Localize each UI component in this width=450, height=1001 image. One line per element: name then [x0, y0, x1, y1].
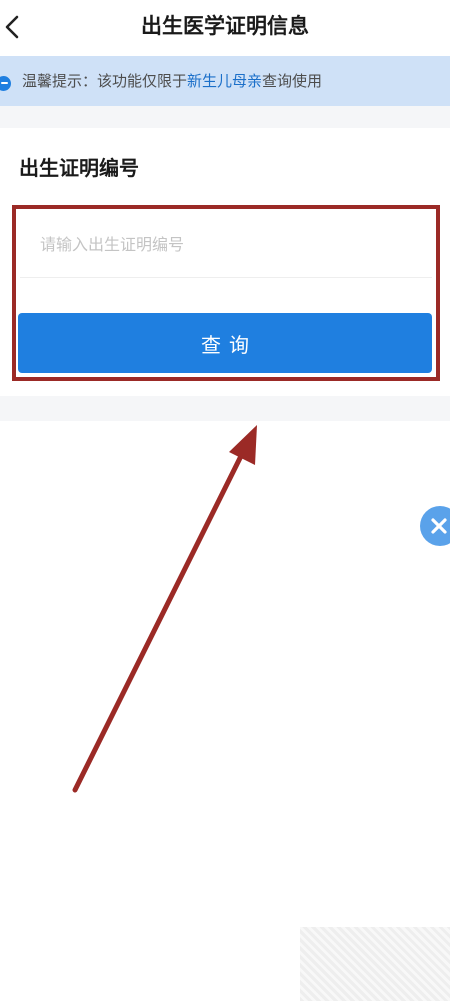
notice-text: 温馨提示：该功能仅限于新生儿母亲查询使用: [22, 71, 322, 91]
watermark: [300, 927, 450, 1001]
info-icon: [0, 76, 11, 91]
notice-suffix: 查询使用: [262, 72, 323, 90]
page-title: 出生医学证明信息: [141, 14, 309, 38]
notice-bar: 温馨提示：该功能仅限于新生儿母亲查询使用: [0, 56, 450, 106]
nav-bar: 出生医学证明信息: [0, 0, 450, 54]
section-label: 出生证明编号: [19, 156, 139, 180]
cert-number-input[interactable]: [20, 212, 432, 278]
notice-prefix: 温馨提示：该功能仅限于: [22, 72, 188, 90]
notice-highlight: 新生儿母亲: [187, 72, 263, 90]
close-icon: [431, 518, 447, 534]
query-button[interactable]: 查询: [18, 313, 432, 373]
close-button[interactable]: [420, 506, 450, 546]
